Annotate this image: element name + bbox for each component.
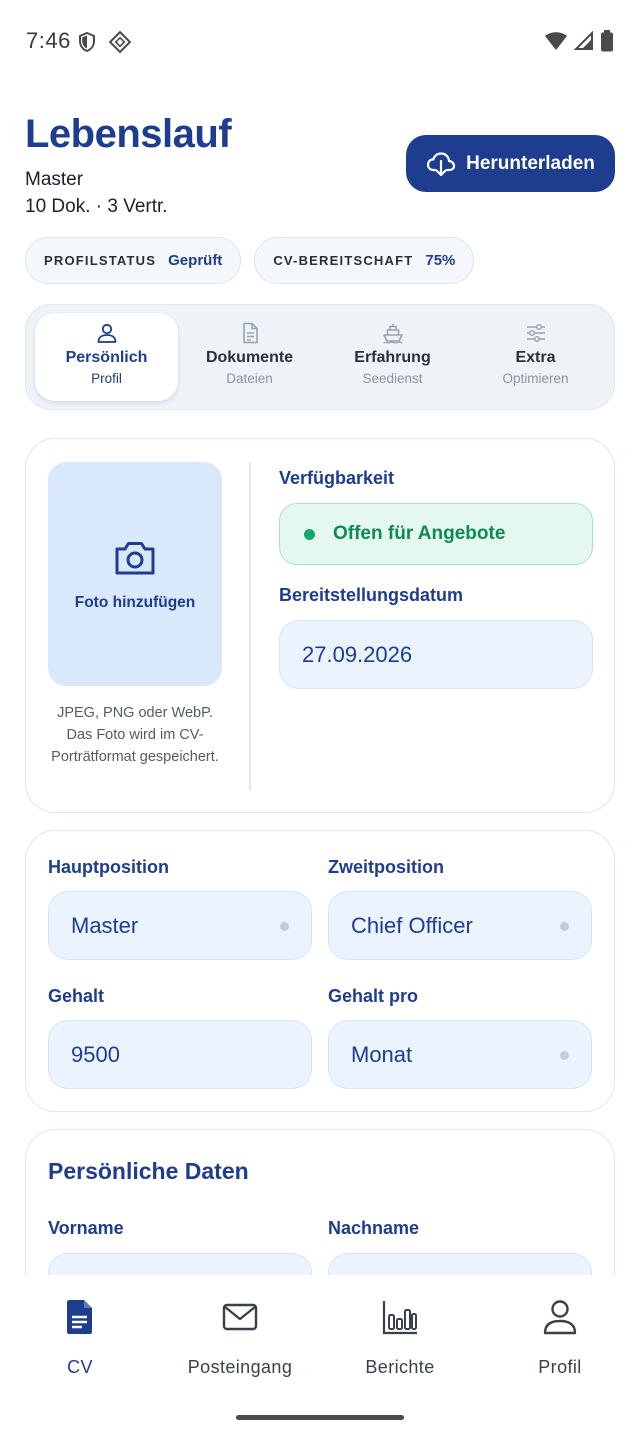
second-position-select[interactable]: Chief Officer [328,891,592,960]
signal-icon [574,31,593,50]
cv-document-icon [67,1300,92,1334]
nav-label: Profil [538,1357,582,1377]
photo-availability-card: Foto hinzufügen JPEG, PNG oder WebP. Das… [25,438,615,813]
main-position-label: Hauptposition [48,857,169,877]
salary-value: 9500 [71,1041,120,1067]
availability-select[interactable]: Offen für Angebote [279,503,593,565]
second-position-label: Zweitposition [328,857,444,877]
chip-key: CV-BEREITSCHAFT [273,253,414,268]
mail-icon [222,1303,258,1331]
page-header: Lebenslauf Master 10 Dok. · 3 Vertr. Her… [25,110,615,230]
first-name-label: Vorname [48,1218,124,1238]
salary-label: Gehalt [48,986,105,1006]
home-indicator[interactable] [236,1415,404,1420]
status-bar: 7:46 [0,0,640,84]
tab-label: Erfahrung [354,349,431,366]
salary-per-select[interactable]: Monat [328,1020,592,1089]
salary-per-value: Monat [351,1041,413,1067]
bottom-navigation: CV Posteingang Berichte Profil [0,1275,640,1437]
nav-label: Berichte [365,1357,435,1377]
add-photo-button[interactable]: Foto hinzufügen [48,462,222,686]
shield-icon [79,31,95,53]
tab-label: Persönlich [65,349,148,366]
dropdown-indicator-icon [560,922,569,931]
dropdown-indicator-icon [280,922,289,931]
main-position-value: Master [71,912,139,938]
dropdown-indicator-icon [560,1051,569,1060]
chip-value: Geprüft [168,252,223,269]
nav-item-reports[interactable]: Berichte [320,1297,480,1378]
add-photo-label: Foto hinzufügen [74,594,196,611]
download-button[interactable]: Herunterladen [406,135,615,192]
second-position-value: Chief Officer [351,912,473,938]
profile-status-chip: PROFILSTATUS Geprüft [25,237,242,284]
tab-sub: Seedienst [362,371,423,386]
section-tabs: Persönlich Profil Dokumente Dateien Erfa… [25,304,615,410]
photo-format-note: JPEG, PNG oder WebP. Das Foto wird im CV… [51,705,219,765]
ship-icon [382,324,403,344]
availability-label: Verfügbarkeit [279,468,395,488]
divider [249,462,251,790]
sliders-icon [526,324,545,342]
readiness-date-label: Bereitstellungsdatum [279,585,464,605]
app-notification-icon [108,30,132,54]
battery-icon [601,30,613,52]
status-time: 7:46 [26,28,71,53]
nav-item-profile[interactable]: Profil [480,1297,640,1378]
last-name-label: Nachname [328,1218,420,1238]
readiness-date-value: 27.09.2026 [302,641,413,667]
availability-status-dot [304,528,315,540]
cloud-download-icon [426,151,456,176]
tab-sub: Dateien [226,371,273,386]
tab-label: Dokumente [205,349,294,366]
section-title: Persönliche Daten [48,1158,249,1184]
cv-readiness-chip: CV-BEREITSCHAFT 75% [254,237,475,284]
tab-experience[interactable]: Erfahrung Seedienst [321,313,464,401]
readiness-date-field[interactable]: 27.09.2026 [279,620,593,689]
availability-value: Offen für Angebote [333,523,506,544]
nav-item-cv[interactable]: CV [0,1297,160,1378]
tab-extra[interactable]: Extra Optimieren [464,313,607,401]
documents-summary: 10 Dok. · 3 Vertr. [25,196,168,217]
chip-key: PROFILSTATUS [44,253,157,268]
tab-label: Extra [515,349,556,366]
tab-sub: Optimieren [502,371,569,386]
download-label: Herunterladen [466,152,595,174]
bar-chart-icon [382,1301,417,1335]
camera-icon [115,542,155,575]
tab-personal[interactable]: Persönlich Profil [35,313,178,401]
status-indicators [544,30,614,52]
positions-card: Hauptposition Master Zweitposition Chief… [25,830,615,1112]
person-icon [97,323,116,343]
wifi-icon [545,32,567,50]
nav-label: CV [67,1357,93,1377]
salary-per-label: Gehalt pro [328,986,419,1006]
tab-sub: Profil [91,371,122,386]
status-chips: PROFILSTATUS Geprüft CV-BEREITSCHAFT 75% [25,237,475,284]
chip-value: 75% [425,252,456,269]
salary-input[interactable]: 9500 [48,1020,312,1089]
document-icon [242,322,258,344]
main-position-select[interactable]: Master [48,891,312,960]
nav-item-inbox[interactable]: Posteingang [160,1297,320,1378]
person-icon [543,1300,577,1335]
nav-label: Posteingang [187,1357,293,1377]
tab-documents[interactable]: Dokumente Dateien [178,313,321,401]
